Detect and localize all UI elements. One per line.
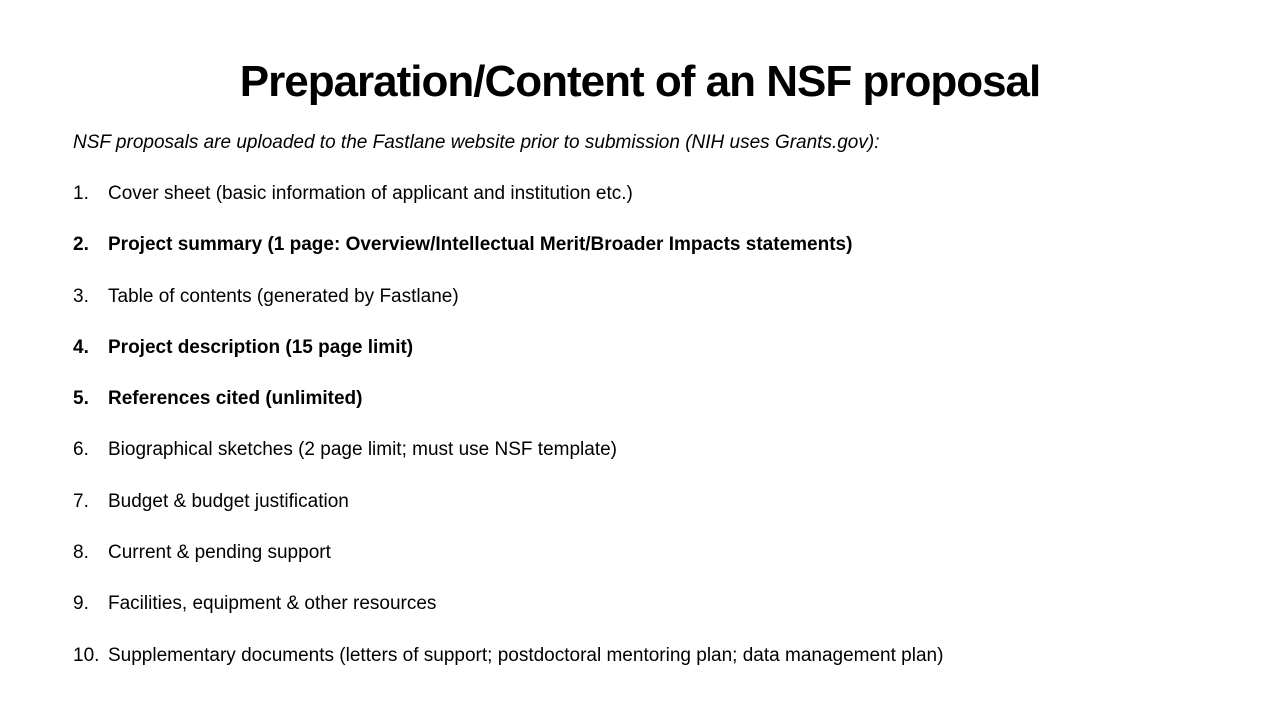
- item-number: 7.: [73, 490, 89, 512]
- item-number: 2.: [73, 234, 89, 256]
- list-item: 7. Budget & budget justification: [73, 489, 943, 540]
- slide: Preparation/Content of an NSF proposal N…: [0, 0, 1280, 720]
- item-number: 1.: [73, 183, 89, 204]
- list-item: 5. References cited (unlimited): [73, 386, 943, 437]
- item-number: 9.: [73, 593, 89, 615]
- proposal-sections-list: 1. Cover sheet (basic information of appl…: [73, 181, 943, 694]
- list-item: 3. Table of contents (generated by Fastla…: [73, 284, 943, 335]
- slide-title: Preparation/Content of an NSF proposal: [239, 57, 1042, 106]
- item-text: Project summary (1 page: Overview/Intell…: [108, 234, 853, 256]
- item-text: References cited (unlimited): [108, 388, 363, 410]
- item-text: Cover sheet (basic information of applic…: [108, 183, 633, 204]
- item-text: Table of contents (generated by Fastlane…: [108, 285, 459, 307]
- item-text: Facilities, equipment & other resources: [108, 593, 437, 615]
- item-text: Current & pending support: [108, 542, 331, 564]
- item-text: Project description (15 page limit): [108, 336, 414, 358]
- item-number: 5.: [73, 388, 89, 410]
- list-item: 1. Cover sheet (basic information of appl…: [73, 181, 943, 232]
- item-number: 8.: [73, 542, 89, 564]
- list-item: 2. Project summary (1 page: Overview/Inte…: [73, 232, 943, 283]
- item-text: Budget & budget justification: [108, 490, 349, 512]
- item-number: 6.: [73, 439, 89, 461]
- item-text: Supplementary documents (letters of supp…: [108, 644, 944, 666]
- item-number: 10.: [73, 644, 100, 666]
- list-item: 10. Supplementary documents (letters of s…: [73, 643, 943, 694]
- item-text: Biographical sketches (2 page limit; mus…: [108, 439, 617, 461]
- item-number: 4.: [73, 336, 89, 358]
- list-item: 6. Biographical sketches (2 page limit; m…: [73, 437, 943, 488]
- list-item: 9. Facilities, equipment & other resource…: [73, 591, 943, 642]
- intro-text: NSF proposals are uploaded to the Fastla…: [73, 132, 880, 153]
- list-item: 8. Current & pending support: [73, 540, 943, 591]
- list-item: 4. Project description (15 page limit): [73, 335, 943, 386]
- item-number: 3.: [73, 285, 89, 307]
